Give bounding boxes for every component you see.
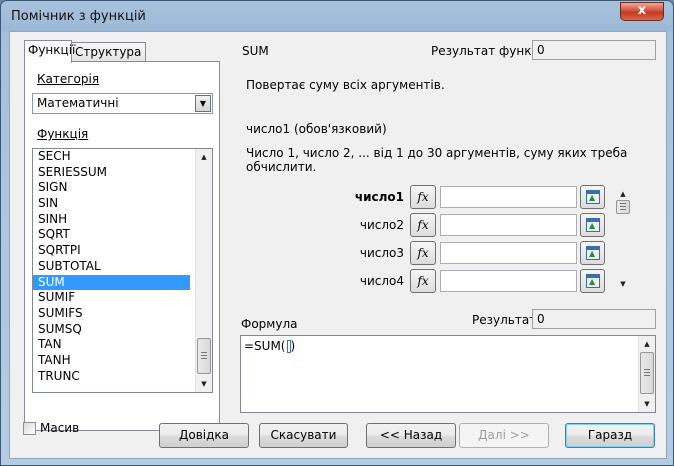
function-list-scrollbar[interactable]: ▲ ▼ (195, 149, 212, 392)
formula-label: Формула (241, 317, 298, 331)
formula-text: =SUM() (244, 339, 296, 353)
function-wizard-button-3[interactable]: fx (410, 241, 436, 265)
shrink-button-2[interactable] (580, 213, 605, 237)
fx-icon: fx (417, 274, 429, 288)
shrink-dialog-icon (586, 246, 600, 260)
argument-label-1: число1 (354, 190, 404, 204)
function-wizard-button-4[interactable]: fx (410, 269, 436, 293)
function-list-label: Функція (37, 127, 89, 141)
function-list-item[interactable]: SQRTPI (33, 243, 190, 259)
fx-icon: fx (417, 246, 429, 260)
function-list-item[interactable]: TAN (33, 337, 190, 353)
cancel-button[interactable]: Скасувати (259, 423, 348, 448)
function-list-item[interactable]: SUMIFS (33, 306, 190, 322)
scroll-down-arrow-icon[interactable]: ▼ (196, 376, 212, 392)
function-list-item[interactable]: SUMIF (33, 290, 190, 306)
function-description: Повертає суму всіх аргументів. (246, 78, 445, 92)
function-result-label: Результат функції (431, 44, 547, 58)
function-list-item[interactable]: SIN (33, 196, 190, 212)
argument-title: число1 (обов'язковий) (246, 122, 387, 136)
close-icon: x (637, 3, 647, 18)
shrink-button-3[interactable] (580, 241, 605, 265)
function-list-item[interactable]: SINH (33, 212, 190, 228)
result-field: 0 (532, 309, 656, 329)
argument-label-2: число2 (359, 218, 404, 232)
argument-description: Число 1, число 2, ... від 1 до 30 аргуме… (246, 146, 628, 174)
chevron-down-icon[interactable]: ▼ (195, 95, 211, 112)
function-list-item[interactable]: TANH (33, 353, 190, 369)
function-list-item[interactable]: SUMSQ (33, 322, 190, 338)
scroll-up-arrow-icon[interactable]: ▲ (196, 149, 212, 165)
argument-label-3: число3 (359, 246, 404, 260)
formula-editor[interactable]: =SUM() ▲ ▼ (240, 335, 656, 413)
scroll-up-arrow-icon[interactable]: ▲ (639, 336, 655, 352)
close-button[interactable]: x (620, 2, 664, 21)
function-wizard-button-2[interactable]: fx (410, 213, 436, 237)
shrink-dialog-icon (586, 274, 600, 288)
function-result-field: 0 (532, 40, 656, 60)
scroll-down-arrow-icon[interactable]: ▼ (616, 276, 630, 292)
back-button[interactable]: << Назад (366, 423, 456, 448)
function-name: SUM (242, 44, 269, 58)
result-label: Результат (472, 313, 537, 327)
scroll-down-arrow-icon[interactable]: ▼ (639, 396, 655, 412)
function-list-item[interactable]: SERIESSUM (33, 165, 190, 181)
scrollbar-thumb[interactable] (197, 338, 211, 374)
shrink-dialog-icon (586, 190, 600, 204)
formula-scrollbar-thumb[interactable] (640, 352, 654, 394)
fx-icon: fx (417, 190, 429, 204)
arguments-scrollbar-thumb[interactable] (616, 200, 630, 214)
window-title: Помічник з функцій (11, 9, 146, 24)
function-list-item[interactable]: SIGN (33, 180, 190, 196)
category-select[interactable]: Математичні ▼ (32, 93, 213, 114)
dialog-window: Помічник з функцій x Функції Структура К… (0, 0, 674, 466)
tab-functions[interactable]: Функції (24, 40, 75, 63)
category-value: Математичні (37, 96, 119, 110)
shrink-button-1[interactable] (580, 185, 605, 209)
array-checkbox-label: Масив (40, 421, 80, 435)
function-list-item[interactable]: SECH (33, 149, 190, 165)
help-button[interactable]: Довідка (159, 423, 249, 448)
shrink-button-4[interactable] (580, 269, 605, 293)
argument-input-2[interactable] (440, 214, 577, 236)
function-list-item[interactable]: TRUNC (33, 369, 190, 385)
tab-structure[interactable]: Структура (71, 42, 146, 62)
function-list[interactable]: SECH SERIESSUM SIGN SIN SINH SQRT SQRTPI SUBTOT… (32, 148, 213, 393)
fx-icon: fx (417, 218, 429, 232)
array-checkbox[interactable] (23, 422, 36, 435)
formula-scrollbar[interactable]: ▲ ▼ (638, 336, 655, 412)
function-list-item[interactable]: SUBTOTAL (33, 259, 190, 275)
function-list-item[interactable]: SQRT (33, 227, 190, 243)
arguments-scrollbar[interactable]: ▲ ▼ (616, 186, 632, 292)
argument-input-4[interactable] (440, 270, 577, 292)
argument-input-3[interactable] (440, 242, 577, 264)
category-label: Категорія (37, 72, 100, 86)
function-list-item[interactable]: SUM (33, 274, 190, 291)
functions-panel: Категорія Математичні ▼ Функція SECH SERI… (24, 61, 220, 431)
dialog-client: Функції Структура Категорія Математичні … (9, 31, 667, 459)
ok-button[interactable]: Гаразд (565, 423, 655, 448)
argument-input-1[interactable] (440, 186, 577, 208)
function-wizard-button-1[interactable]: fx (410, 185, 436, 209)
next-button[interactable]: Далі >> (459, 423, 549, 448)
shrink-dialog-icon (586, 218, 600, 232)
argument-label-4: число4 (359, 274, 404, 288)
